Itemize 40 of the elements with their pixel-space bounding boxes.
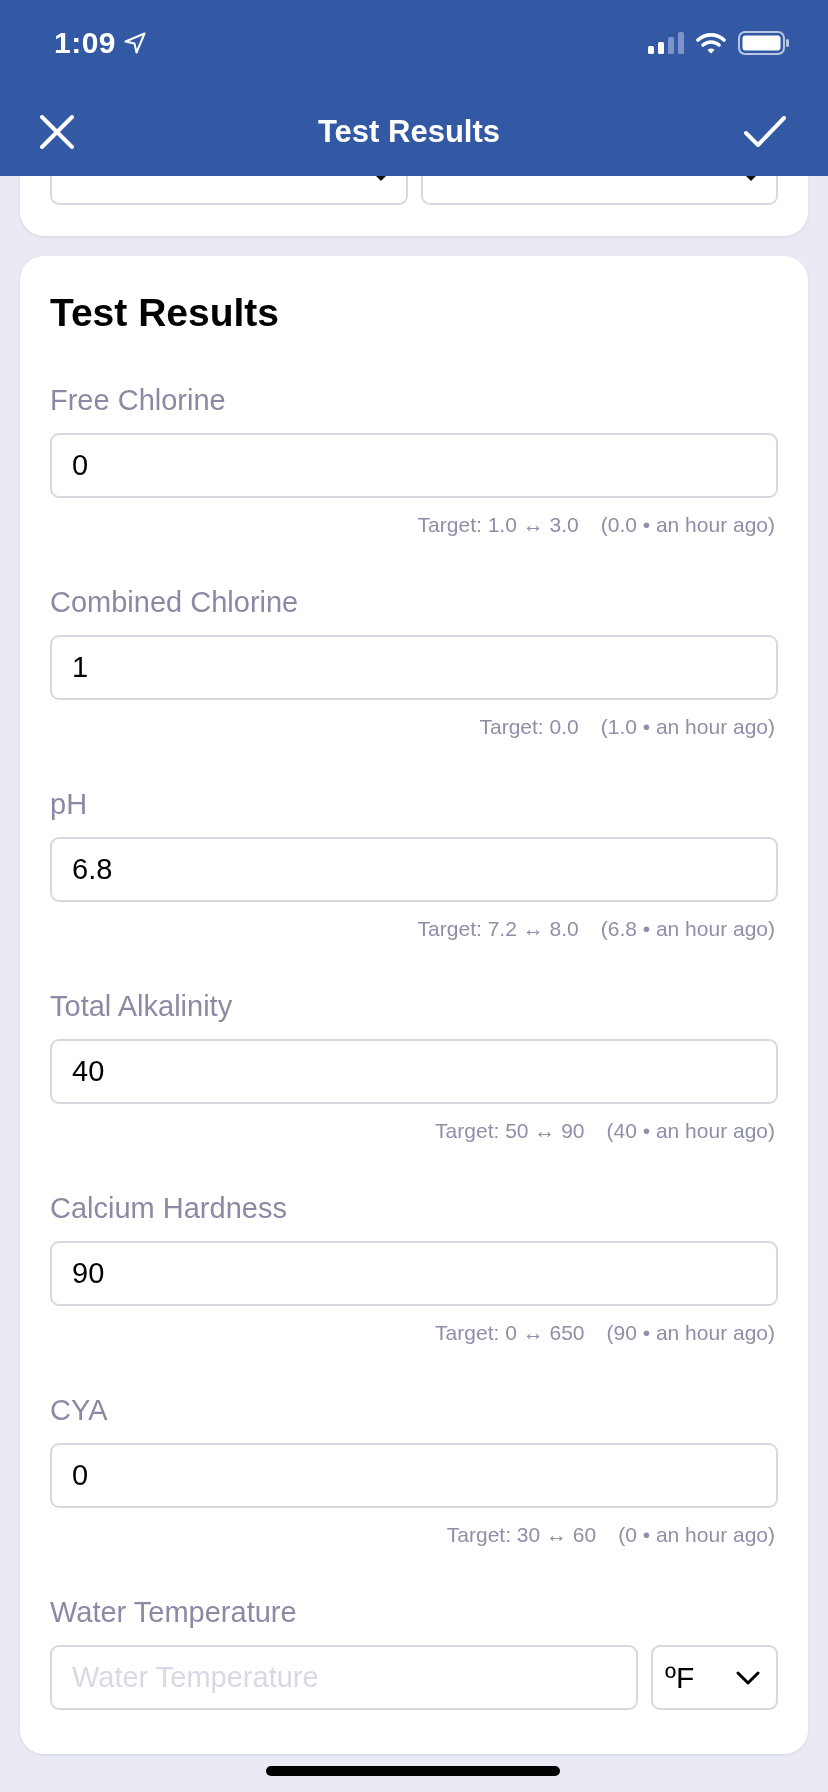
- last-reading: (0 • an hour ago): [618, 1522, 775, 1548]
- field-label: Free Chlorine: [50, 383, 226, 418]
- close-icon: [40, 115, 74, 149]
- last-reading: (0.0 • an hour ago): [600, 512, 775, 538]
- target-range: Target: 1.0 ↔ 3.0: [417, 512, 579, 538]
- status-time: 1:09: [54, 26, 117, 60]
- dropdown-field[interactable]: [50, 176, 408, 205]
- input-field[interactable]: 40: [50, 1039, 778, 1104]
- target-range: Target: 7.2 ↔ 8.0: [417, 916, 579, 942]
- battery-icon: [738, 31, 790, 55]
- field-label: Calcium Hardness: [50, 1191, 287, 1226]
- field-label: Combined Chlorine: [50, 585, 299, 620]
- chevron-down-icon: [736, 1670, 760, 1685]
- input-field[interactable]: 0: [50, 1443, 778, 1508]
- target-range: Target: 0 ↔ 650: [435, 1320, 585, 1346]
- last-reading: (90 • an hour ago): [606, 1320, 775, 1346]
- last-reading: (1.0 • an hour ago): [600, 714, 775, 740]
- unit-select[interactable]: ºF: [651, 1645, 778, 1710]
- last-reading: (6.8 • an hour ago): [600, 916, 775, 942]
- input-field[interactable]: 6.8: [50, 837, 778, 902]
- card-title: Test Results: [50, 291, 280, 335]
- confirm-button[interactable]: [744, 116, 786, 148]
- target-range: Target: 30 ↔ 60: [446, 1522, 597, 1548]
- target-range: Target: 50 ↔ 90: [435, 1118, 585, 1144]
- field-label: pH: [50, 787, 88, 822]
- input-field[interactable]: 90: [50, 1241, 778, 1306]
- location-arrow-icon: [124, 32, 147, 54]
- field-label: CYA: [50, 1393, 108, 1428]
- wifi-icon: [696, 32, 726, 54]
- dropdown-field[interactable]: [420, 176, 778, 205]
- nav-title: Test Results: [317, 114, 500, 150]
- target-range: Target: 0.0: [479, 714, 579, 740]
- field-label: Water Temperature: [50, 1595, 297, 1630]
- field-label: Total Alkalinity: [50, 989, 233, 1024]
- input-field[interactable]: 1: [50, 635, 778, 700]
- signal-icon: [648, 32, 684, 54]
- last-reading: (40 • an hour ago): [606, 1118, 775, 1144]
- checkmark-icon: [744, 116, 786, 148]
- close-button[interactable]: [40, 115, 74, 149]
- input-field[interactable]: 0: [50, 433, 778, 498]
